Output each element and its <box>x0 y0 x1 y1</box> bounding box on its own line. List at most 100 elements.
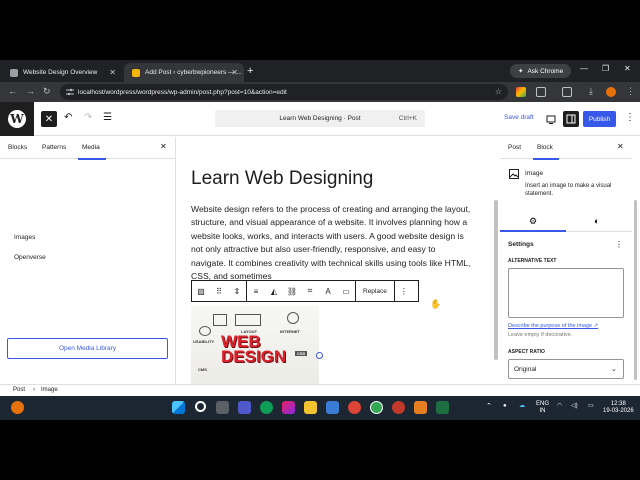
editor-top-toolbar: W ✕ ↶ ↷ ☰ Learn Web Designing · Post Ctr… <box>0 102 640 136</box>
back-icon[interactable]: ← <box>8 86 17 96</box>
redo-icon[interactable]: ↷ <box>84 112 92 123</box>
replace-button[interactable]: Replace <box>356 288 394 295</box>
close-tab-icon[interactable]: ✕ <box>231 68 238 77</box>
profile-avatar[interactable] <box>606 87 616 97</box>
media-category-images[interactable]: Images <box>14 234 35 241</box>
close-sidebar-icon[interactable]: ✕ <box>617 142 624 151</box>
options-menu-icon[interactable]: ⋮ <box>625 112 635 123</box>
reload-icon[interactable]: ↻ <box>43 86 51 97</box>
tab-media[interactable]: Media <box>78 144 106 160</box>
close-window-icon[interactable]: ✕ <box>624 64 631 73</box>
clock[interactable]: 12:38 19-03-2026 <box>603 401 634 415</box>
chrome-menu-icon[interactable]: ⋮ <box>626 86 635 97</box>
teams-icon[interactable] <box>238 401 251 414</box>
app-icon[interactable] <box>392 401 405 414</box>
copilot-icon[interactable] <box>282 401 295 414</box>
image-block-icon <box>509 169 519 179</box>
edge-icon[interactable] <box>260 401 273 414</box>
tab-title: Add Post ‹ cyberbwpioneers — ... <box>145 69 242 76</box>
settings-options-icon[interactable]: ⋮ <box>615 240 623 249</box>
breadcrumb-post[interactable]: Post <box>13 387 25 393</box>
tab-blocks[interactable]: Blocks <box>8 144 27 151</box>
close-panel-icon[interactable]: ✕ <box>160 142 167 151</box>
close-inserter-button[interactable]: ✕ <box>41 111 57 127</box>
excel-icon[interactable] <box>436 401 449 414</box>
new-tab-button[interactable]: + <box>247 65 253 77</box>
crop-icon[interactable]: ⌗ <box>301 286 319 296</box>
alt-text-help: Leave empty if decorative. <box>508 332 573 338</box>
undo-icon[interactable]: ↶ <box>64 112 72 123</box>
settings-section-title[interactable]: Settings <box>508 241 534 248</box>
resize-handle[interactable] <box>316 352 323 359</box>
browser-tab-website-design[interactable]: Website Design Overview ✕ <box>2 63 122 82</box>
close-tab-icon[interactable]: ✕ <box>109 68 116 77</box>
url-input[interactable]: localhost/wordpress/wordpress/wp-admin/p… <box>60 84 508 100</box>
save-draft-button[interactable]: Save draft <box>504 114 534 121</box>
tab-block[interactable]: Block <box>533 144 559 160</box>
app-icon[interactable] <box>414 401 427 414</box>
volume-icon[interactable]: ◁) <box>571 403 578 410</box>
start-windows-icon[interactable] <box>172 401 185 414</box>
chrome-active-icon[interactable] <box>370 401 383 414</box>
more-options-icon[interactable]: ⋮ <box>395 287 413 296</box>
maximize-icon[interactable]: ❐ <box>602 64 609 73</box>
battery-icon[interactable]: ▭ <box>588 403 594 410</box>
drag-handle-icon[interactable]: ⠿ <box>210 287 228 296</box>
language-indicator[interactable]: ENG IN <box>536 401 549 415</box>
tray-cloud-icon[interactable]: ☁ <box>519 403 525 410</box>
command-bar-title: Learn Web Designing · Post <box>279 115 361 122</box>
command-shortcut: Ctrl+K <box>398 115 417 122</box>
minimize-icon[interactable]: — <box>580 64 588 73</box>
wifi-icon[interactable]: ◠ <box>557 403 562 410</box>
globe-icon <box>287 312 299 324</box>
extensions-puzzle-icon[interactable] <box>536 87 546 97</box>
image-block-icon[interactable]: ▨ <box>192 287 210 296</box>
command-palette-button[interactable]: Learn Web Designing · Post Ctrl+K <box>215 110 425 127</box>
describe-purpose-link[interactable]: Describe the purpose of the image ↗ <box>508 323 598 329</box>
browser-tab-add-post[interactable]: Add Post ‹ cyberbwpioneers — ... ✕ <box>124 63 244 82</box>
breadcrumb-image[interactable]: Image <box>41 387 58 393</box>
sidepanel-icon[interactable] <box>562 87 572 97</box>
site-info-icon[interactable] <box>66 88 74 96</box>
file-explorer-icon[interactable] <box>304 401 317 414</box>
bookmark-star-icon[interactable]: ☆ <box>495 87 502 96</box>
forward-icon[interactable]: → <box>26 86 35 96</box>
open-media-library-button[interactable]: Open Media Library <box>7 338 168 359</box>
link-icon[interactable]: ⛓ <box>283 287 301 296</box>
image-block[interactable]: USABILITY LAYOUT INTERNET CSS CMS WEB DES… <box>191 306 319 384</box>
aspect-ratio-select[interactable]: Original ⌄ <box>508 359 624 379</box>
align-icon[interactable]: ≡ <box>247 287 265 296</box>
styles-half-circle-icon[interactable]: ◐ <box>594 216 599 226</box>
caption-icon[interactable]: ▭ <box>337 287 355 296</box>
sidebar-scrollbar[interactable] <box>634 200 637 380</box>
widgets-icon[interactable] <box>11 401 24 414</box>
editor-canvas: Learn Web Designing Website design refer… <box>177 137 493 384</box>
tray-chevron-icon[interactable]: ⌃ <box>486 403 492 410</box>
gear-icon[interactable]: ⚙ <box>529 216 537 227</box>
text-overlay-icon[interactable]: A <box>319 287 337 296</box>
alt-text-input[interactable] <box>508 268 624 318</box>
preview-icon[interactable] <box>543 111 559 127</box>
media-category-openverse[interactable]: Openverse <box>14 254 46 261</box>
store-icon[interactable] <box>326 401 339 414</box>
tab-post[interactable]: Post <box>508 144 521 151</box>
tray-app-icon[interactable]: ● <box>503 403 507 410</box>
task-view-icon[interactable] <box>216 401 229 414</box>
post-title[interactable]: Learn Web Designing <box>191 168 373 190</box>
publish-button[interactable]: Publish <box>583 111 616 127</box>
move-up-down-icon[interactable]: ⇕ <box>228 287 246 296</box>
canvas-scrollbar[interactable] <box>494 200 498 360</box>
document-overview-icon[interactable]: ☰ <box>103 112 112 123</box>
tab-patterns[interactable]: Patterns <box>42 144 66 151</box>
extension-icon[interactable] <box>516 87 526 97</box>
paragraph-block[interactable]: Website design refers to the process of … <box>191 203 471 283</box>
chrome-icon[interactable] <box>348 401 361 414</box>
search-icon[interactable] <box>195 401 206 412</box>
tab-favicon-icon <box>132 68 140 77</box>
ask-chrome-button[interactable]: ✦ Ask Chrome <box>510 64 572 78</box>
settings-sidebar-toggle-icon[interactable] <box>563 111 579 127</box>
wordpress-logo-icon[interactable]: W <box>0 102 34 136</box>
duotone-icon[interactable]: ◭ <box>265 287 283 296</box>
download-icon[interactable]: ⤓ <box>589 86 593 97</box>
web-design-graphic-text: WEB DESIGN <box>221 332 287 366</box>
